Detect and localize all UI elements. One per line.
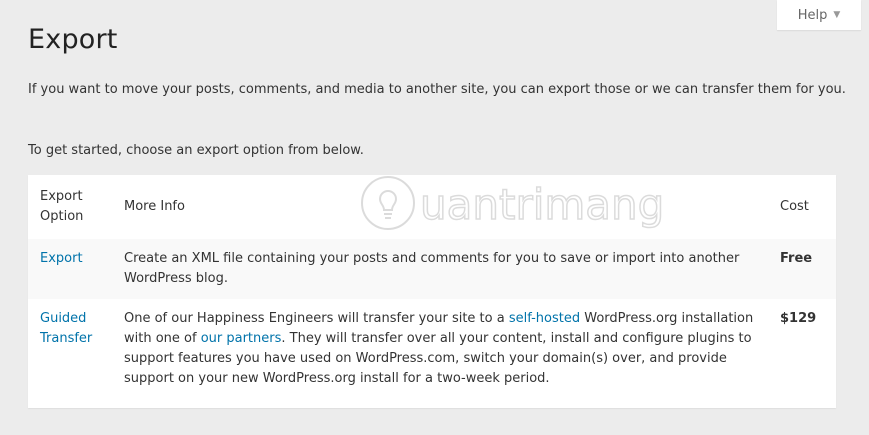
cost-cell: Free xyxy=(768,239,836,299)
option-cell: Export xyxy=(28,239,112,299)
header-cost: Cost xyxy=(780,199,809,214)
instruction-text: To get started, choose an export option … xyxy=(28,143,364,158)
export-link[interactable]: Export xyxy=(40,251,83,266)
help-tab-button[interactable]: Help ▼ xyxy=(777,0,861,30)
our-partners-link[interactable]: our partners xyxy=(201,331,282,346)
caret-down-icon: ▼ xyxy=(833,10,841,20)
intro-text: If you want to move your posts, comments… xyxy=(28,82,846,97)
info-text: One of our Happiness Engineers will tran… xyxy=(124,311,509,326)
option-cell: Guided Transfer xyxy=(28,299,112,399)
cost-free: Free xyxy=(780,251,813,266)
info-cell: Create an XML file containing your posts… xyxy=(124,251,740,286)
page-title: Export xyxy=(28,24,118,55)
table-row-guided-transfer: Guided Transfer One of our Happiness Eng… xyxy=(28,299,836,399)
export-options-table: Export Option More Info Cost Export Crea… xyxy=(28,175,836,408)
guided-transfer-link[interactable]: Guided Transfer xyxy=(40,311,92,346)
table-header-row: Export Option More Info Cost xyxy=(28,175,836,239)
cost-price: $129 xyxy=(780,311,817,326)
options-table: Export Option More Info Cost Export Crea… xyxy=(28,175,836,399)
info-cell: One of our Happiness Engineers will tran… xyxy=(112,299,768,399)
header-more-info: More Info xyxy=(124,199,185,214)
help-label: Help xyxy=(797,7,828,23)
cost-cell: $129 xyxy=(768,299,836,399)
self-hosted-link[interactable]: self-hosted xyxy=(509,311,580,326)
table-row-export: Export Create an XML file containing you… xyxy=(28,239,836,299)
export-page: Help ▼ Export If you want to move your p… xyxy=(0,0,869,435)
header-export-option: Export Option xyxy=(40,189,84,224)
